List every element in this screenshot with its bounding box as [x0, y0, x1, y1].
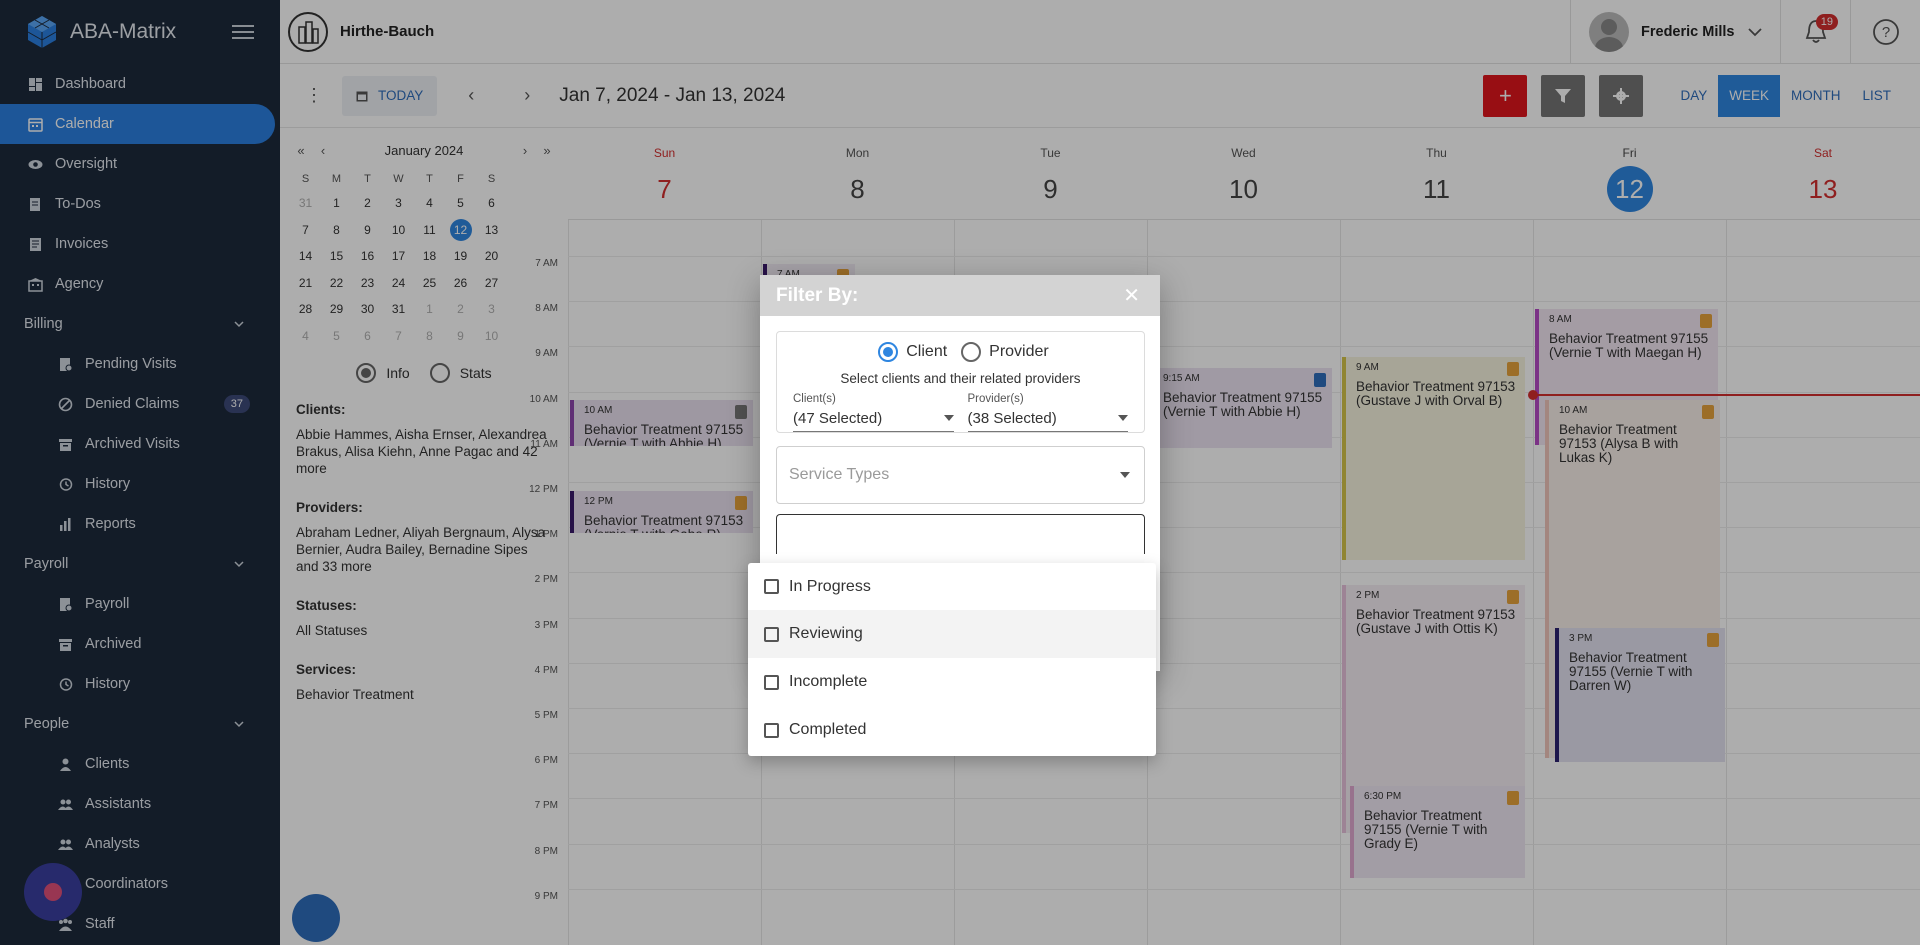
clients-select-value: (47 Selected)	[793, 409, 883, 427]
close-icon[interactable]: ✕	[1123, 283, 1140, 308]
selection-fields: Client(s) (47 Selected) Provider(s) (38 …	[777, 393, 1144, 432]
app-root: ABA-Matrix Dashboard Calendar Oversight …	[0, 0, 1920, 945]
clients-select[interactable]: Client(s) (47 Selected)	[793, 393, 954, 432]
service-types-select[interactable]: Service Types	[776, 446, 1145, 504]
providers-select-label: Provider(s)	[967, 393, 1024, 405]
checkbox[interactable]	[764, 626, 779, 642]
status-option-reviewing[interactable]: Reviewing	[748, 610, 1156, 658]
checkbox[interactable]	[764, 674, 779, 690]
caret-down-icon	[943, 415, 954, 421]
filter-hint: Select clients and their related provide…	[840, 371, 1081, 386]
provider-radio-label: Provider	[989, 343, 1049, 360]
service-types-placeholder: Service Types	[789, 466, 890, 483]
dialog-title: Filter By:	[776, 284, 859, 306]
status-options-menu: In Progress Reviewing Incomplete Complet…	[748, 563, 1156, 756]
dialog-header: Filter By: ✕	[760, 275, 1160, 316]
status-option-label: In Progress	[789, 577, 871, 595]
client-radio[interactable]	[878, 342, 899, 362]
clients-select-label: Client(s)	[793, 393, 836, 405]
statuses-select[interactable]	[776, 514, 1145, 554]
status-option-label: Incomplete	[789, 673, 868, 690]
client-radio-label: Client	[906, 343, 948, 360]
providers-select[interactable]: Provider(s) (38 Selected)	[967, 393, 1128, 432]
filter-mode-toggle: Client Provider	[777, 342, 1144, 362]
client-provider-filter: Client Provider Select clients and their…	[776, 331, 1145, 433]
status-option-label: Reviewing	[789, 625, 863, 642]
provider-radio[interactable]	[961, 342, 982, 362]
checkbox[interactable]	[764, 722, 779, 738]
caret-down-icon	[1118, 415, 1128, 421]
status-option-completed[interactable]: Completed	[748, 706, 1156, 754]
status-option-label: Completed	[789, 721, 867, 738]
caret-down-icon	[1120, 472, 1130, 478]
status-option-incomplete[interactable]: Incomplete	[748, 658, 1156, 706]
status-option-in-progress[interactable]: In Progress	[748, 563, 1156, 610]
providers-select-value: (38 Selected)	[967, 409, 1057, 427]
checkbox[interactable]	[764, 579, 779, 594]
